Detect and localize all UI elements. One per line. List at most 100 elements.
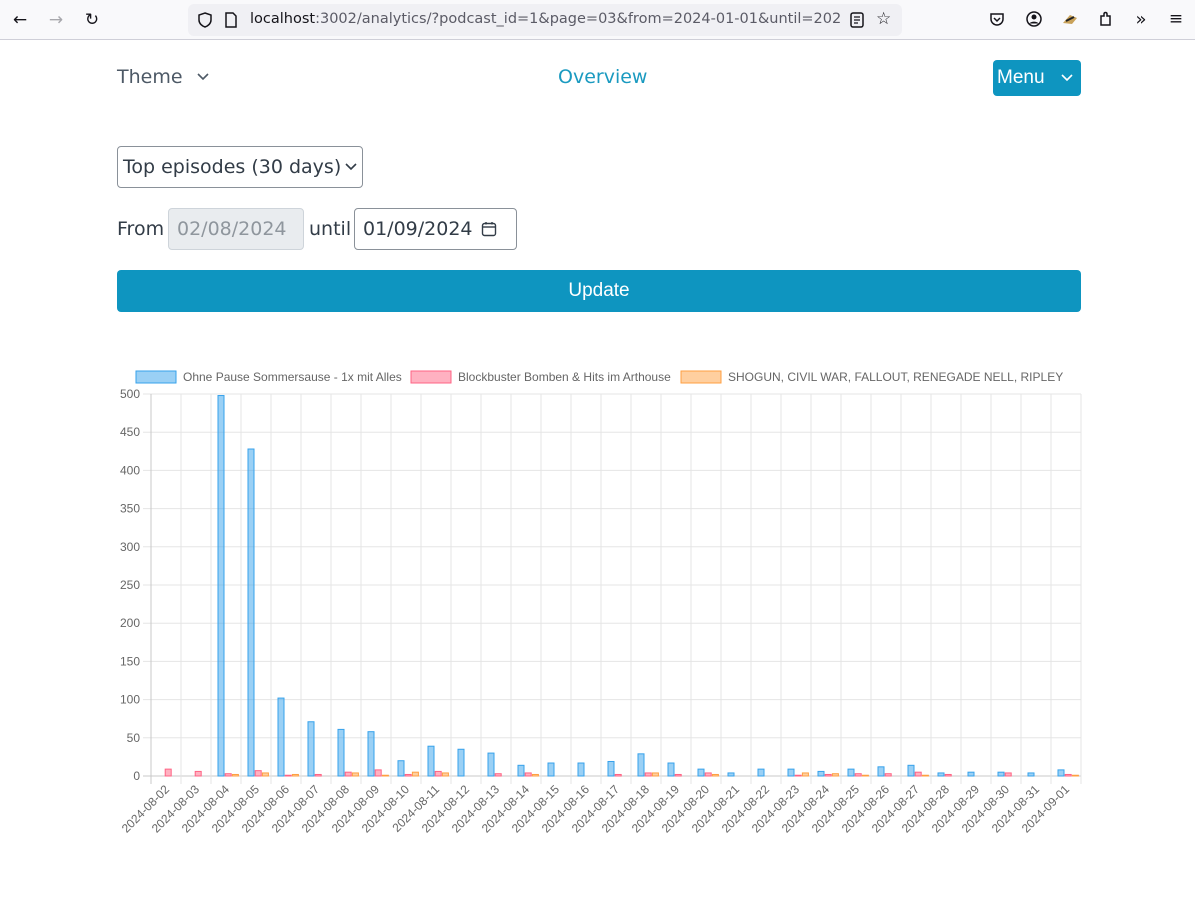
legend-swatch xyxy=(135,370,177,384)
until-date-value: 01/09/2024 xyxy=(363,218,473,240)
episodes-bar-chart: Ohne Pause Sommersause - 1x mit Alles Blo… xyxy=(119,370,1082,836)
bar xyxy=(284,774,292,777)
until-date-input[interactable]: 01/09/2024 xyxy=(354,208,517,250)
bar xyxy=(487,752,495,777)
bar xyxy=(314,773,322,777)
address-bar[interactable]: localhost:3002/analytics/?podcast_id=1&p… xyxy=(188,4,902,36)
bar xyxy=(1004,772,1012,777)
chevron-down-icon xyxy=(1060,74,1073,82)
y-tick-label: 450 xyxy=(120,425,140,439)
menu-label: Menu xyxy=(997,67,1045,88)
hamburger-menu-icon[interactable]: ≡ xyxy=(1166,9,1186,29)
shield-icon xyxy=(198,12,212,28)
bar xyxy=(674,773,682,777)
bar xyxy=(937,772,945,777)
bar xyxy=(494,773,502,777)
bar xyxy=(374,769,382,777)
pocket-icon[interactable] xyxy=(987,9,1007,29)
report-select[interactable]: Top episodes (30 days) xyxy=(117,146,363,188)
theme-dropdown[interactable]: Theme xyxy=(117,66,209,88)
bar xyxy=(524,772,532,777)
y-tick-label: 200 xyxy=(120,616,140,630)
bar xyxy=(907,764,915,777)
bar xyxy=(854,773,862,777)
y-tick-label: 500 xyxy=(120,387,140,401)
bar xyxy=(231,773,239,777)
from-date-value: 02/08/2024 xyxy=(177,218,287,240)
forward-button[interactable]: → xyxy=(44,8,68,32)
bar xyxy=(337,728,345,777)
bar xyxy=(427,745,435,777)
bar xyxy=(224,773,232,777)
url-host: localhost xyxy=(250,11,316,27)
until-label: until xyxy=(309,218,352,240)
bar xyxy=(644,772,652,777)
bookmark-star-icon[interactable]: ☆ xyxy=(876,9,896,29)
bar xyxy=(1064,773,1072,777)
account-icon[interactable] xyxy=(1024,9,1044,29)
bar xyxy=(531,773,539,777)
report-select-value: Top episodes (30 days) xyxy=(123,156,342,178)
theme-label: Theme xyxy=(117,66,183,88)
bar xyxy=(697,768,705,777)
y-tick-label: 50 xyxy=(127,731,141,745)
y-tick-label: 250 xyxy=(120,578,140,592)
bar xyxy=(344,771,352,777)
bar xyxy=(307,721,315,777)
bar xyxy=(831,773,839,777)
bar xyxy=(877,766,885,777)
browser-toolbar: ← → ↻ localhost:3002/analytics/?podcast_… xyxy=(0,0,1195,40)
url-text[interactable]: localhost:3002/analytics/?podcast_id=1&p… xyxy=(250,11,840,27)
overflow-chevrons-icon[interactable]: » xyxy=(1131,9,1151,30)
bar xyxy=(651,772,659,777)
from-date-input[interactable]: 02/08/2024 xyxy=(168,208,304,250)
back-button[interactable]: ← xyxy=(8,8,32,32)
reader-view-icon[interactable] xyxy=(848,11,866,29)
bar xyxy=(794,774,802,777)
legend-label: SHOGUN, CIVIL WAR, FALLOUT, RENEGADE NEL… xyxy=(728,370,1063,384)
bar xyxy=(291,773,299,777)
bar xyxy=(247,448,255,777)
bar xyxy=(404,773,412,777)
bar xyxy=(1071,774,1079,777)
bar xyxy=(861,774,869,777)
overview-link[interactable]: Overview xyxy=(558,66,647,88)
y-tick-label: 150 xyxy=(120,654,140,668)
page-icon xyxy=(225,12,237,28)
bar xyxy=(397,760,405,777)
from-label: From xyxy=(117,218,165,240)
extension-avatar-icon[interactable] xyxy=(1060,9,1080,29)
y-tick-label: 100 xyxy=(120,693,140,707)
y-tick-label: 0 xyxy=(133,769,140,783)
bar xyxy=(967,771,975,777)
bar xyxy=(637,753,645,777)
calendar-icon[interactable] xyxy=(481,221,497,237)
bar xyxy=(704,772,712,777)
update-button[interactable]: Update xyxy=(117,270,1081,312)
reload-button[interactable]: ↻ xyxy=(80,8,104,32)
bar xyxy=(367,731,375,777)
extensions-puzzle-icon[interactable] xyxy=(1096,9,1116,29)
bar xyxy=(997,771,1005,777)
legend-swatch xyxy=(410,370,452,384)
bar xyxy=(614,773,622,777)
bar xyxy=(801,772,809,777)
bar xyxy=(817,770,825,777)
bar xyxy=(757,768,765,777)
bar xyxy=(667,762,675,777)
bar xyxy=(164,768,172,777)
bar xyxy=(194,770,202,777)
legend-label: Blockbuster Bomben & Hits im Arthouse xyxy=(458,370,671,384)
url-path: :3002/analytics/?podcast_id=1&page=03&fr… xyxy=(315,11,840,27)
bar xyxy=(351,772,359,777)
bar xyxy=(254,770,262,777)
bar xyxy=(441,772,449,777)
bar xyxy=(217,395,225,777)
bar xyxy=(1027,772,1035,777)
bar xyxy=(921,774,929,777)
chevron-down-icon xyxy=(196,73,209,81)
menu-button[interactable]: Menu xyxy=(993,60,1081,96)
legend-label: Ohne Pause Sommersause - 1x mit Alles xyxy=(183,370,402,384)
bar xyxy=(847,768,855,777)
bar xyxy=(457,748,465,777)
